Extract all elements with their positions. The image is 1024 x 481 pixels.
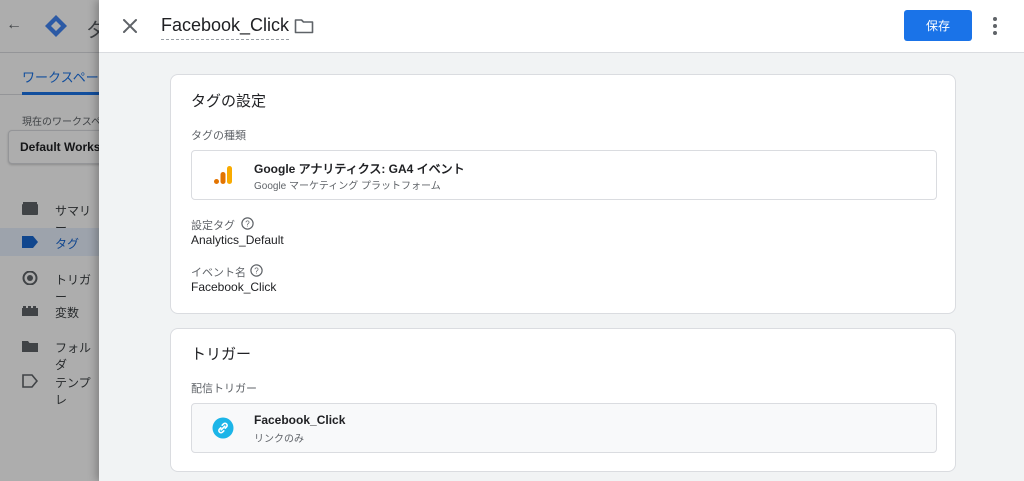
config-tag-value: Analytics_Default [191, 233, 284, 247]
trigger-type: リンクのみ [254, 434, 304, 445]
svg-text:?: ? [245, 220, 250, 229]
close-icon[interactable] [119, 15, 141, 37]
tag-type-vendor: Google マーケティング プラットフォーム [254, 181, 441, 192]
more-vert-icon[interactable] [985, 15, 1005, 37]
folder-outline-icon[interactable] [294, 18, 314, 34]
panel-header: Facebook_Click 保存 [99, 0, 1024, 53]
svg-text:?: ? [254, 267, 259, 276]
card-title: トリガー [191, 346, 252, 363]
save-button[interactable]: 保存 [904, 10, 972, 41]
config-tag-label: 設定タグ [191, 220, 235, 232]
trigger-item[interactable]: Facebook_Click リンクのみ [191, 403, 937, 453]
tag-editor-panel: Facebook_Click 保存 タグの設定 タグの種類 Google アナリ… [99, 0, 1024, 481]
link-icon [212, 417, 234, 439]
help-icon[interactable]: ? [241, 217, 254, 230]
firing-triggers-label: 配信トリガー [191, 383, 257, 395]
tag-type-name: Google アナリティクス: GA4 イベント [254, 162, 465, 176]
trigger-name: Facebook_Click [254, 413, 346, 427]
tag-type-selector[interactable]: Google アナリティクス: GA4 イベント Google マーケティング … [191, 150, 937, 200]
tag-name-field[interactable]: Facebook_Click [161, 15, 290, 40]
triggering-card: トリガー 配信トリガー Facebook_Click リンクのみ [170, 328, 956, 472]
event-name-value: Facebook_Click [191, 280, 277, 294]
help-icon[interactable]: ? [250, 264, 263, 277]
event-name-label: イベント名 [191, 267, 246, 279]
card-title: タグの設定 [191, 93, 267, 110]
tag-configuration-card: タグの設定 タグの種類 Google アナリティクス: GA4 イベント Goo… [170, 74, 956, 314]
google-analytics-icon [214, 166, 232, 184]
tag-type-label: タグの種類 [191, 130, 246, 142]
